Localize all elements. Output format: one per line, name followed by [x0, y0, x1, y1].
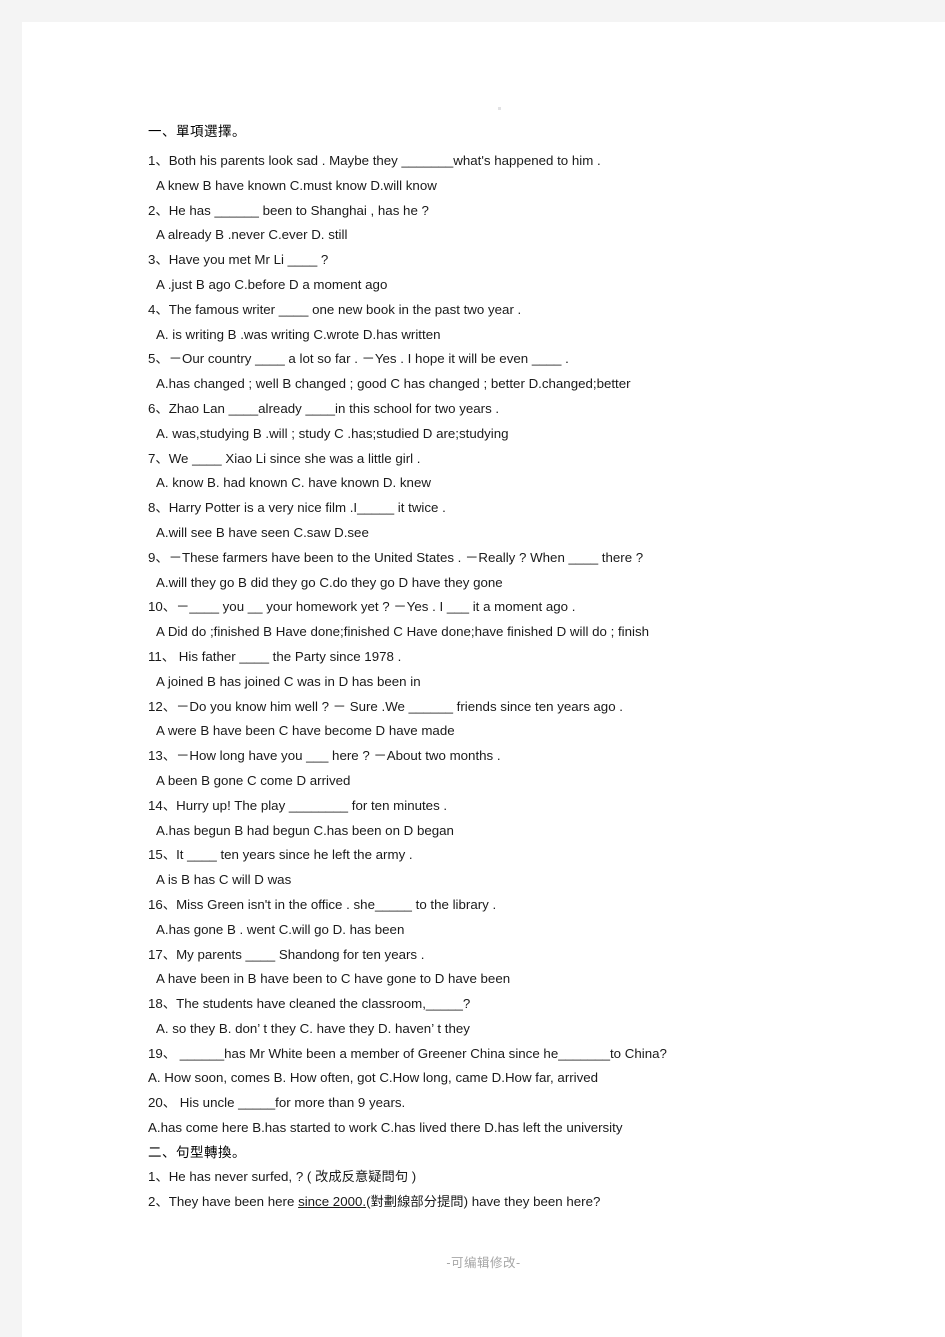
transform-q1-pre: 1、He has never surfed,	[148, 1168, 296, 1184]
question-8-options: A.will see B have seen C.saw D.see	[156, 524, 369, 540]
question-15-stem: 15、It ____ ten years since he left the a…	[148, 847, 413, 863]
question-5-options: A.has changed ; well B changed ; good C …	[156, 376, 631, 392]
question-10-stem: 10、－____ you __ your homework yet ? －Yes…	[148, 599, 576, 615]
question-12-options: A were B have been C have become D have …	[156, 723, 455, 739]
question-18-options: A. so they B. don’ t they C. have they D…	[156, 1020, 470, 1036]
question-1-options: A knew B have known C.must know D.will k…	[156, 177, 437, 193]
question-11-options: A joined B has joined C was in D has bee…	[156, 673, 421, 689]
question-20-stem: 20、 His uncle _____for more than 9 years…	[148, 1095, 406, 1111]
question-14-stem: 14、Hurry up! The play ________ for ten m…	[148, 797, 448, 813]
question-9-options: A.will they go B did they go C.do they g…	[156, 574, 503, 590]
question-9-stem: 9、－These farmers have been to the United…	[148, 549, 644, 565]
question-19-stem: 19、 ______has Mr White been a member of …	[148, 1045, 667, 1061]
question-3-stem: 3、Have you met Mr Li ____ ?	[148, 252, 329, 268]
question-6-options: A. was,studying B .will ; study C .has;s…	[156, 425, 509, 441]
transform-q1-post: ? ( 改成反意疑問句 )	[295, 1168, 417, 1184]
document-page: 一、單項選擇。 1、Both his parents look sad . Ma…	[22, 22, 945, 1337]
question-5-stem: 5、－Our country ____ a lot so far . －Yes …	[148, 351, 569, 367]
section-two-heading: 二、句型轉換。	[148, 1144, 246, 1160]
page-footer: -可编辑修改-	[446, 1256, 521, 1270]
question-1-stem: 1、Both his parents look sad . Maybe they…	[148, 153, 601, 168]
document-body: 一、單項選擇。 1、Both his parents look sad . Ma…	[148, 122, 848, 1214]
question-6-stem: 6、Zhao Lan ____already ____in this schoo…	[148, 400, 500, 416]
transform-q2-post: have they been here?	[471, 1193, 601, 1209]
question-14-options: A.has begun B had begun C.has been on D …	[156, 822, 454, 838]
section-one-heading: 一、單項選擇。	[148, 124, 246, 139]
transform-q2-underlined-part: since 2000.	[298, 1193, 367, 1209]
question-17-stem: 17、My parents ____ Shandong for ten year…	[148, 946, 425, 962]
question-7-stem: 7、We ____ Xiao Li since she was a little…	[148, 450, 421, 466]
question-7-options: A. know B. had known C. have known D. kn…	[156, 475, 431, 491]
question-19-options: A. How soon, comes B. How often, got C.H…	[148, 1070, 599, 1086]
question-3-options: A .just B ago C.before D a moment ago	[156, 276, 388, 292]
question-4-stem: 4、The famous writer ____ one new book in…	[148, 301, 522, 317]
transform-question-1: 1、He has never surfed, ? ( 改成反意疑問句 )	[148, 1165, 848, 1190]
question-16-stem: 16、Miss Green isn't in the office . she_…	[148, 896, 497, 912]
question-11-stem: 11、 His father ____ the Party since 1978…	[148, 648, 402, 664]
question-16-options: A.has gone B . went C.will go D. has bee…	[156, 921, 405, 937]
question-12-stem: 12、－Do you know him well ? － Sure .We __…	[148, 698, 623, 714]
question-18-stem: 18、The students have cleaned the classro…	[148, 996, 471, 1012]
question-2-stem: 2、He has ______ been to Shanghai , has h…	[148, 202, 429, 218]
transform-q2-pre: 2、They have been here	[148, 1193, 299, 1209]
question-8-stem: 8、Harry Potter is a very nice film .I___…	[148, 500, 446, 516]
question-13-stem: 13、－How long have you ___ here ? －About …	[148, 748, 501, 764]
question-17-options: A have been in B have been to C have gon…	[156, 971, 511, 987]
page-top-dot-mark	[498, 107, 501, 110]
question-13-options: A been B gone C come D arrived	[156, 772, 351, 788]
question-2-options: A already B .never C.ever D. still	[156, 227, 348, 243]
question-15-options: A is B has C will D was	[156, 872, 292, 888]
question-20-options: A.has come here B.has started to work C.…	[148, 1120, 623, 1136]
transform-q2-instruction: (對劃線部分提問)	[366, 1193, 469, 1209]
question-4-options: A. is writing B .was writing C.wrote D.h…	[156, 326, 441, 342]
question-10-options: A Did do ;finished B Have done;finished …	[156, 624, 650, 640]
transform-question-2: 2、They have been here since 2000.(對劃線部分提…	[148, 1190, 848, 1215]
